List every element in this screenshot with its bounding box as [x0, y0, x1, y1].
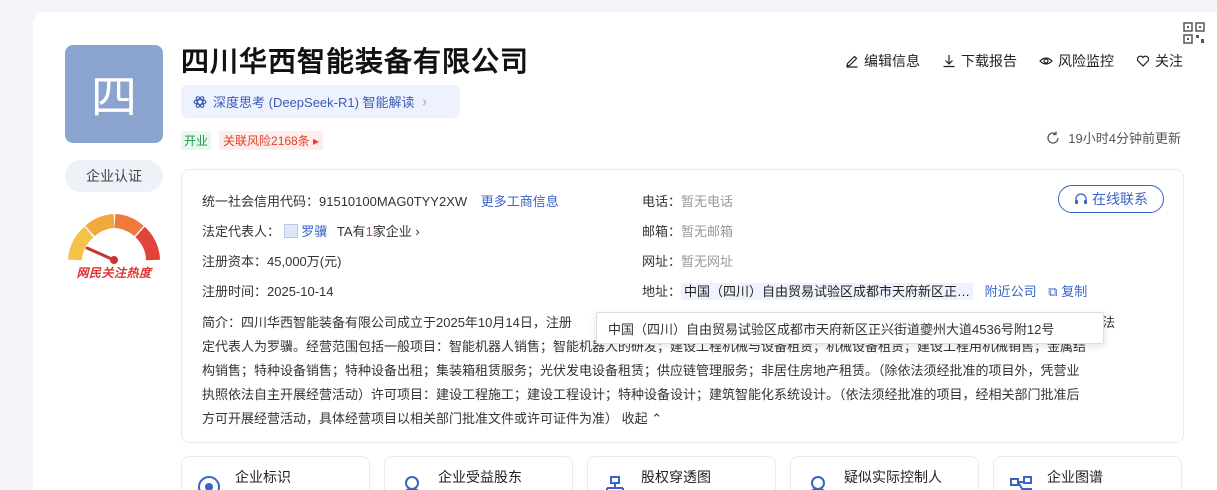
collapse-link[interactable]: 收起 ⌃: [622, 411, 663, 426]
monitor-label: 风险监控: [1058, 53, 1114, 69]
update-time-label: 19小时4分钟前更新: [1068, 131, 1181, 146]
edit-info-button[interactable]: 编辑信息: [845, 51, 920, 71]
follow-label: 关注: [1155, 53, 1183, 69]
user-icon: [811, 476, 825, 490]
target-icon: [198, 476, 220, 490]
phone-row: 电话：暂无电话: [642, 191, 733, 210]
risk-monitor-button[interactable]: 风险监控: [1039, 51, 1114, 71]
legal-rep-count: 1: [365, 224, 373, 239]
tile-label: 企业标识: [235, 469, 291, 485]
qr-code-icon[interactable]: [1183, 22, 1205, 44]
more-business-info-link[interactable]: 更多工商信息: [481, 194, 559, 209]
online-contact-button[interactable]: 在线联系: [1058, 185, 1164, 213]
intro-line: 方可开展经营活动，具体经营项目以相关部门批准文件或许可证件为准） 收起 ⌃: [202, 407, 1162, 431]
pencil-icon: [846, 55, 858, 68]
capital-value: 45,000万(元): [267, 254, 342, 269]
company-avatar: 四: [65, 45, 163, 143]
legal-rep-extra-prefix: TA有: [336, 224, 366, 239]
legal-rep-extra-suffix: 家企业: [372, 224, 412, 239]
copy-address-button[interactable]: ⧉ 复制: [1048, 284, 1087, 299]
status-badges: 开业 关联风险2168条 ▸: [181, 131, 324, 150]
download-label: 下载报告: [961, 53, 1017, 69]
tile-actual-controller[interactable]: 疑似实际控制人: [790, 456, 979, 490]
feature-tiles: 企业标识 企业受益股东 股权穿透图 疑似实际控制人 企业图谱: [181, 456, 1182, 490]
reg-time-value: 2025-10-14: [267, 284, 334, 299]
tile-label: 企业图谱: [1047, 469, 1103, 485]
download-icon: [943, 55, 955, 68]
atom-icon: [193, 95, 207, 108]
tile-enterprise-graph[interactable]: 企业图谱: [993, 456, 1182, 490]
follow-button[interactable]: 关注: [1136, 51, 1183, 71]
legal-rep-link[interactable]: 罗骥: [301, 224, 327, 239]
phone-label: 电话：: [642, 194, 682, 209]
intro-line: 构销售；特种设备销售；特种设备出租；集装箱租赁服务；光伏发电设备租赁；供应链管理…: [202, 363, 1080, 378]
person-avatar-icon: [283, 224, 298, 238]
status-badge: 开业: [181, 131, 212, 150]
credit-code-value: 91510100MAG0TYY2XW: [319, 194, 468, 209]
edit-label: 编辑信息: [864, 53, 920, 69]
copy-label: 复制: [1061, 284, 1088, 299]
org-chart-icon: [606, 476, 624, 490]
email-label: 邮箱：: [642, 224, 682, 239]
eye-icon: [1039, 57, 1053, 65]
enterprise-certification-button[interactable]: 企业认证: [65, 160, 163, 192]
online-contact-label: 在线联系: [1092, 191, 1148, 207]
nearby-companies-link[interactable]: 附近公司: [985, 284, 1037, 299]
deepseek-analysis-button[interactable]: 深度思考 (DeepSeek-R1) 智能解读 ›: [181, 85, 460, 118]
chevron-up-icon: ⌃: [651, 411, 663, 426]
risk-badge[interactable]: 关联风险2168条 ▸: [219, 131, 324, 150]
address-row: 地址： 中国（四川）自由贸易试验区成都市天府新区正… 附近公司 ⧉ 复制: [642, 281, 1087, 300]
update-time: 19小时4分钟前更新: [1046, 128, 1181, 147]
credit-code-label: 统一社会信用代码：: [202, 194, 320, 209]
intro-label: 简介：: [202, 315, 242, 330]
website-row: 网址：暂无网址: [642, 251, 733, 270]
user-icon: [405, 476, 419, 490]
credit-code-row: 统一社会信用代码：91510100MAG0TYY2XW 更多工商信息: [202, 191, 559, 210]
tile-beneficial-owner[interactable]: 企业受益股东: [384, 456, 573, 490]
refresh-icon[interactable]: [1046, 131, 1060, 145]
headset-icon: [1075, 193, 1087, 204]
tile-label: 疑似实际控制人: [844, 469, 942, 485]
address-value[interactable]: 中国（四川）自由贸易试验区成都市天府新区正…: [681, 283, 974, 300]
graph-icon: [1010, 476, 1032, 490]
chevron-right-icon: ›: [422, 94, 427, 109]
company-name: 四川华西智能装备有限公司: [181, 46, 530, 77]
gauge-label: 网民关注热度: [76, 266, 152, 280]
capital-row: 注册资本：45,000万(元): [202, 251, 341, 270]
header-actions: 编辑信息 下载报告 风险监控 关注: [845, 51, 1183, 71]
intro-line: 执照依法自主开展经营活动）许可项目：建设工程施工；建设工程设计；特种设备设计；建…: [202, 387, 1080, 402]
tile-label: 股权穿透图: [641, 469, 711, 485]
website-label: 网址：: [642, 254, 682, 269]
download-report-button[interactable]: 下载报告: [942, 51, 1017, 71]
business-info-panel: 统一社会信用代码：91510100MAG0TYY2XW 更多工商信息 法定代表人…: [181, 169, 1184, 443]
tile-equity-penetration[interactable]: 股权穿透图: [587, 456, 776, 490]
reg-time-label: 注册时间：: [202, 284, 268, 299]
risk-label: 关联风险2168条: [223, 134, 310, 148]
legal-rep-row: 法定代表人： 罗骥 TA有1家企业 ›: [202, 221, 420, 240]
deepseek-label: 深度思考 (DeepSeek-R1) 智能解读: [213, 95, 415, 110]
email-value: 暂无邮箱: [681, 224, 734, 239]
legal-rep-label: 法定代表人：: [202, 224, 281, 239]
email-row: 邮箱：暂无邮箱: [642, 221, 733, 240]
phone-value: 暂无电话: [681, 194, 734, 209]
legal-rep-companies-link[interactable]: TA有1家企业 ›: [337, 224, 420, 239]
address-tooltip: 中国（四川）自由贸易试验区成都市天府新区正兴街道夔州大道4536号附12号: [596, 312, 1104, 344]
capital-label: 注册资本：: [202, 254, 268, 269]
address-label: 地址：: [642, 284, 682, 299]
copy-icon: ⧉: [1048, 284, 1058, 299]
reg-time-row: 注册时间：2025-10-14: [202, 281, 334, 300]
tile-enterprise-logo[interactable]: 企业标识: [181, 456, 370, 490]
tile-label: 企业受益股东: [438, 469, 522, 485]
website-value: 暂无网址: [681, 254, 734, 269]
heart-icon: [1136, 55, 1150, 67]
intro-text: 方可开展经营活动，具体经营项目以相关部门批准文件或许可证件为准）: [202, 411, 619, 426]
intro-text: 四川华西智能装备有限公司成立于2025年10月14日，注册: [241, 315, 572, 330]
collapse-label: 收起: [621, 411, 648, 426]
